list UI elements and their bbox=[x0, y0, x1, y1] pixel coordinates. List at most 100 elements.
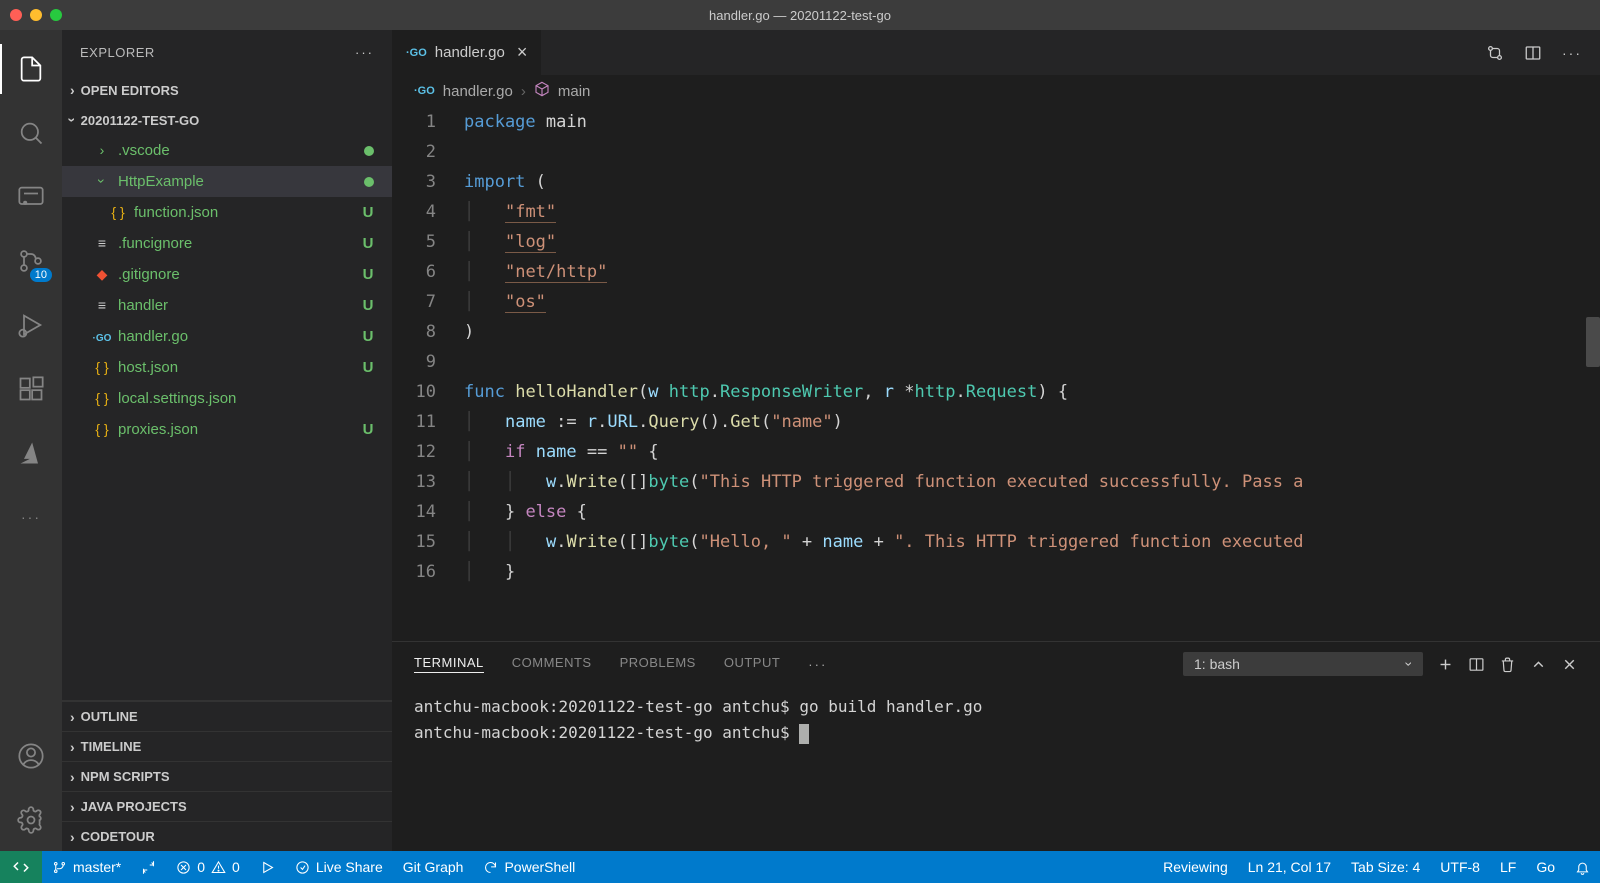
tree-item--funcignore[interactable]: ≡.funcignoreU bbox=[62, 228, 392, 259]
section-open-editors[interactable]: › OPEN EDITORS bbox=[62, 75, 392, 105]
close-tab-button[interactable]: × bbox=[513, 42, 528, 63]
split-editor-icon[interactable] bbox=[1524, 44, 1542, 62]
file-icon: ≡ bbox=[92, 297, 118, 314]
activity-search[interactable] bbox=[0, 102, 62, 164]
line-number: 1 bbox=[392, 107, 436, 137]
tab-handler-go[interactable]: ·GO handler.go × bbox=[392, 30, 542, 75]
close-window-button[interactable] bbox=[10, 9, 22, 21]
statusbar: master* 0 0 Live Share Git Graph PowerSh… bbox=[0, 851, 1600, 883]
status-tabsize[interactable]: Tab Size: 4 bbox=[1341, 851, 1430, 883]
tree-item--gitignore[interactable]: ◆.gitignoreU bbox=[62, 259, 392, 290]
status-liveshare[interactable]: Live Share bbox=[285, 851, 393, 883]
search-icon bbox=[17, 119, 45, 147]
status-problems[interactable]: 0 0 bbox=[166, 851, 250, 883]
section-codetour[interactable]: ›CODETOUR bbox=[62, 821, 392, 851]
status-sync[interactable] bbox=[131, 851, 166, 883]
maximize-panel-button[interactable] bbox=[1530, 656, 1547, 673]
panel-tab-problems[interactable]: PROBLEMS bbox=[620, 655, 696, 673]
section-label: CODETOUR bbox=[81, 829, 155, 844]
panel-tab-terminal[interactable]: TERMINAL bbox=[414, 655, 484, 673]
git-status: U bbox=[358, 297, 378, 314]
chevron-right-icon: › bbox=[70, 82, 75, 98]
tree-item-handler-go[interactable]: ·GOhandler.goU bbox=[62, 321, 392, 352]
tree-item--vscode[interactable]: ›.vscode bbox=[62, 135, 392, 166]
line-number: 3 bbox=[392, 167, 436, 197]
kill-terminal-button[interactable] bbox=[1499, 656, 1516, 673]
status-language[interactable]: Go bbox=[1526, 851, 1565, 883]
sidebar-more-button[interactable]: ··· bbox=[355, 45, 374, 60]
git-status: U bbox=[358, 204, 378, 221]
panel: TERMINAL COMMENTS PROBLEMS OUTPUT ··· 1: ba… bbox=[392, 641, 1600, 851]
line-number: 15 bbox=[392, 527, 436, 557]
tree-item-proxies-json[interactable]: { }proxies.jsonU bbox=[62, 414, 392, 445]
terminal-select-label: 1: bash bbox=[1194, 656, 1240, 672]
minimize-window-button[interactable] bbox=[30, 9, 42, 21]
activity-settings[interactable] bbox=[0, 789, 62, 851]
breadcrumb[interactable]: ·GO handler.go › main bbox=[392, 75, 1600, 107]
file-icon: ◆ bbox=[92, 266, 118, 283]
section-outline[interactable]: › OUTLINE bbox=[62, 701, 392, 731]
status-cursor-position[interactable]: Ln 21, Col 17 bbox=[1238, 851, 1341, 883]
line-number: 11 bbox=[392, 407, 436, 437]
status-eol[interactable]: LF bbox=[1490, 851, 1526, 883]
file-label: .funcignore bbox=[118, 235, 358, 252]
section-timeline[interactable]: ›TIMELINE bbox=[62, 731, 392, 761]
status-powershell[interactable]: PowerShell bbox=[473, 851, 585, 883]
code-editor[interactable]: 12345678910111213141516 package main imp… bbox=[392, 107, 1600, 641]
status-gitgraph[interactable]: Git Graph bbox=[393, 851, 474, 883]
minimap-thumb[interactable] bbox=[1586, 317, 1600, 367]
gutter: 12345678910111213141516 bbox=[392, 107, 464, 641]
minimap[interactable] bbox=[1582, 107, 1600, 641]
panel-tab-comments[interactable]: COMMENTS bbox=[512, 655, 592, 673]
activity-run[interactable] bbox=[0, 294, 62, 356]
activity-extensions[interactable] bbox=[0, 358, 62, 420]
chevron-right-icon: › bbox=[70, 769, 75, 785]
new-terminal-button[interactable] bbox=[1437, 656, 1454, 673]
run-debug-icon bbox=[17, 311, 45, 339]
maximize-window-button[interactable] bbox=[50, 9, 62, 21]
git-status: U bbox=[358, 328, 378, 345]
panel-tab-output[interactable]: OUTPUT bbox=[724, 655, 780, 673]
activity-azure[interactable] bbox=[0, 422, 62, 484]
remote-indicator[interactable] bbox=[0, 851, 42, 883]
tree-item-function-json[interactable]: { }function.jsonU bbox=[62, 197, 392, 228]
liveshare-icon bbox=[295, 860, 310, 875]
panel-more[interactable]: ··· bbox=[808, 657, 827, 672]
file-label: host.json bbox=[118, 359, 358, 376]
code-line: package main bbox=[464, 107, 1600, 137]
more-actions-button[interactable]: ··· bbox=[1562, 45, 1582, 61]
section-npm-scripts[interactable]: ›NPM SCRIPTS bbox=[62, 761, 392, 791]
file-icon: ≡ bbox=[92, 235, 118, 252]
activity-more[interactable]: ··· bbox=[0, 486, 62, 548]
tree-item-host-json[interactable]: { }host.jsonU bbox=[62, 352, 392, 383]
status-feedback[interactable] bbox=[1565, 851, 1600, 883]
terminal-output[interactable]: antchu-macbook:20201122-test-go antchu$ … bbox=[392, 686, 1600, 851]
activity-remote[interactable] bbox=[0, 166, 62, 228]
git-status: U bbox=[358, 235, 378, 252]
section-workspace[interactable]: › 20201122-TEST-GO bbox=[62, 105, 392, 135]
section-java-projects[interactable]: ›JAVA PROJECTS bbox=[62, 791, 392, 821]
split-terminal-button[interactable] bbox=[1468, 656, 1485, 673]
status-branch[interactable]: master* bbox=[42, 851, 131, 883]
tree-item-httpexample[interactable]: ›HttpExample bbox=[62, 166, 392, 197]
chevron-down-icon: › bbox=[1402, 662, 1418, 667]
symbol-icon bbox=[534, 81, 550, 101]
activity-explorer[interactable] bbox=[0, 38, 62, 100]
activity-account[interactable] bbox=[0, 725, 62, 787]
close-panel-button[interactable] bbox=[1561, 656, 1578, 673]
line-number: 16 bbox=[392, 557, 436, 587]
section-label: OUTLINE bbox=[81, 709, 138, 724]
section-label: TIMELINE bbox=[81, 739, 142, 754]
line-number: 10 bbox=[392, 377, 436, 407]
git-status: U bbox=[358, 359, 378, 376]
status-debug-launch[interactable] bbox=[250, 851, 285, 883]
terminal-dropdown[interactable]: 1: bash › bbox=[1183, 652, 1423, 676]
files-icon bbox=[17, 55, 45, 83]
tree-item-handler[interactable]: ≡handlerU bbox=[62, 290, 392, 321]
status-encoding[interactable]: UTF-8 bbox=[1430, 851, 1490, 883]
activity-scm[interactable]: 10 bbox=[0, 230, 62, 292]
compare-changes-icon[interactable] bbox=[1486, 44, 1504, 62]
chevron-right-icon: › bbox=[70, 709, 75, 725]
tree-item-local-settings-json[interactable]: { }local.settings.json bbox=[62, 383, 392, 414]
status-reviewing[interactable]: Reviewing bbox=[1153, 851, 1238, 883]
